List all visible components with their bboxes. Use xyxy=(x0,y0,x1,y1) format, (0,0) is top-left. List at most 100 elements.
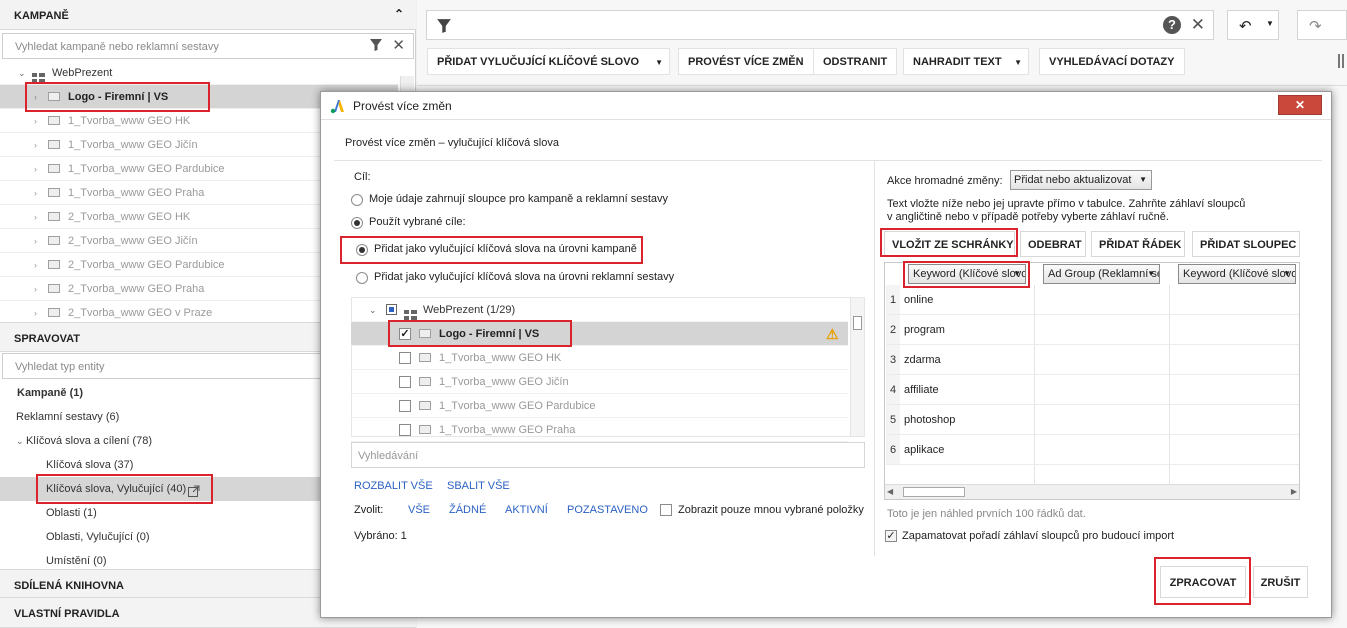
tree-scrollbar-thumb[interactable] xyxy=(853,316,862,330)
tree-campaign-row[interactable]: 1_Tvorba_www GEO Praha xyxy=(351,418,848,442)
chevron-right-icon[interactable]: › xyxy=(34,85,37,109)
chevron-right-icon[interactable]: › xyxy=(34,253,37,277)
choose-all-link[interactable]: VŠE xyxy=(408,504,430,516)
add-row-button[interactable]: PŘIDAT ŘÁDEK xyxy=(1091,231,1185,257)
chevron-right-icon[interactable]: › xyxy=(34,205,37,229)
collapse-all-link[interactable]: SBALIT VŠE xyxy=(447,480,510,492)
redo-button[interactable]: ↷ xyxy=(1297,10,1347,40)
tree-campaign-row[interactable]: 1_Tvorba_www GEO HK xyxy=(351,346,848,370)
grid-row[interactable]: 3 zdarma xyxy=(886,345,1299,375)
choose-none-link[interactable]: ŽÁDNÉ xyxy=(449,504,486,516)
account-row[interactable]: ⌄ WebPrezent xyxy=(0,61,398,85)
dialog-titlebar: Provést více změn ✕ xyxy=(321,92,1331,120)
bulk-action-select[interactable]: Přidat nebo aktualizovat ▼ xyxy=(1010,170,1152,190)
chevron-right-icon[interactable]: › xyxy=(34,277,37,301)
campaign-search-input[interactable]: Vyhledat kampaně nebo reklamní sestavy ✕ xyxy=(2,33,414,59)
search-terms-button[interactable]: VYHLEDÁVACÍ DOTAZY xyxy=(1039,48,1185,75)
grid-row-number: 5 xyxy=(886,405,900,434)
grid-row[interactable]: 4 affiliate xyxy=(886,375,1299,405)
grid-scrollbar-thumb[interactable] xyxy=(903,487,965,497)
column-header-2[interactable]: Ad Group (Reklamní sestava)▼ xyxy=(1043,264,1160,284)
instructions-line1: Text vložte níže nebo jej upravte přímo … xyxy=(887,198,1246,210)
tree-campaign-row[interactable]: 1_Tvorba_www GEO Pardubice xyxy=(351,394,848,418)
tree-root-row[interactable]: ⌄ WebPrezent (1/29) xyxy=(351,298,848,322)
choose-paused-link[interactable]: POZASTAVENO xyxy=(567,504,648,516)
chevron-right-icon[interactable]: › xyxy=(34,181,37,205)
chevron-down-icon[interactable]: ⌄ xyxy=(16,436,26,446)
tree-campaign-row[interactable]: ✓ Logo - Firemní | VS ⚠ xyxy=(351,322,848,346)
remove-button[interactable]: ODSTRANIT xyxy=(813,48,898,75)
add-column-button[interactable]: PŘIDAT SLOUPEC xyxy=(1192,231,1300,257)
paste-clipboard-label: VLOŽIT ZE SCHRÁNKY xyxy=(892,239,1014,251)
grid-cell[interactable]: affiliate xyxy=(904,375,939,405)
filter-icon[interactable] xyxy=(369,38,382,52)
tree-search-input[interactable]: Vyhledávání xyxy=(351,442,865,468)
grid-row[interactable]: 1 online xyxy=(886,285,1299,315)
grid-row[interactable]: 5 photoshop xyxy=(886,405,1299,435)
chevron-right-icon[interactable]: › xyxy=(34,157,37,181)
process-button[interactable]: ZPRACOVAT xyxy=(1160,566,1246,598)
grid-row[interactable]: 6 aplikace xyxy=(886,435,1299,465)
manage-item-label: Umístění (0) xyxy=(46,555,107,567)
grid-cell[interactable]: aplikace xyxy=(904,435,944,465)
tree-campaign-row[interactable]: 1_Tvorba_www GEO Jičín xyxy=(351,370,848,394)
chevron-right-icon[interactable]: › xyxy=(34,133,37,157)
add-negative-keyword-button[interactable]: PŘIDAT VYLUČUJÍCÍ KLÍČOVÉ SLOVO ▼ xyxy=(427,48,670,75)
tree-campaign-checkbox[interactable] xyxy=(399,400,411,412)
tree-campaign-checkbox[interactable]: ✓ xyxy=(399,328,411,340)
expand-all-link[interactable]: ROZBALIT VŠE xyxy=(354,480,433,492)
column-header-3[interactable]: Keyword (Klíčové slovo) ▼ xyxy=(1178,264,1296,284)
process-label: ZPRACOVAT xyxy=(1169,577,1237,589)
arrow-left-icon[interactable]: ◀ xyxy=(887,487,893,496)
caret-down-icon[interactable]: ▼ xyxy=(655,49,663,76)
main-filter-bar[interactable]: ? ✕ xyxy=(426,10,1214,40)
radio-data-columns[interactable] xyxy=(351,194,363,206)
replace-text-button[interactable]: NAHRADIT TEXT ▼ xyxy=(903,48,1029,75)
caret-down-icon[interactable]: ▼ xyxy=(1014,49,1022,76)
tree-scrollbar[interactable] xyxy=(850,298,864,436)
manage-item-label: Oblasti (1) xyxy=(46,507,97,519)
filter-icon[interactable] xyxy=(436,18,452,37)
replace-text-label: NAHRADIT TEXT xyxy=(913,56,1002,68)
choose-active-link[interactable]: AKTIVNÍ xyxy=(505,504,548,516)
tree-campaign-checkbox[interactable] xyxy=(399,376,411,388)
grid-cell[interactable]: online xyxy=(904,285,933,315)
arrow-right-icon[interactable]: ▶ xyxy=(1291,487,1297,496)
columns-icon[interactable] xyxy=(1338,54,1344,68)
caret-down-icon: ▼ xyxy=(1013,269,1021,278)
close-icon[interactable]: ✕ xyxy=(1191,15,1205,35)
radio-campaign-level[interactable] xyxy=(356,244,368,256)
cancel-button[interactable]: ZRUŠIT xyxy=(1253,566,1308,598)
chevron-down-icon[interactable]: ⌄ xyxy=(369,298,377,322)
make-changes-button[interactable]: PROVÉST VÍCE ZMĚN xyxy=(678,48,814,75)
chevron-right-icon[interactable]: › xyxy=(34,109,37,133)
grid-cell[interactable]: zdarma xyxy=(904,345,941,375)
grid-row[interactable]: 2 program xyxy=(886,315,1299,345)
help-icon[interactable]: ? xyxy=(1163,16,1181,34)
radio-adgroup-level[interactable] xyxy=(356,272,368,284)
dialog-close-button[interactable]: ✕ xyxy=(1278,95,1322,115)
radio-adgroup-level-label: Přidat jako vylučující klíčová slova na … xyxy=(374,271,675,283)
column-header-1[interactable]: Keyword (Klíčové slovo) ▼ xyxy=(908,264,1026,284)
external-link-icon[interactable] xyxy=(188,482,200,497)
tree-campaign-checkbox[interactable] xyxy=(399,424,411,436)
show-selected-checkbox[interactable] xyxy=(660,504,672,516)
paste-clipboard-button[interactable]: VLOŽIT ZE SCHRÁNKY xyxy=(884,231,1015,257)
chevron-right-icon[interactable]: › xyxy=(34,229,37,253)
chevron-down-icon[interactable]: ⌄ xyxy=(18,61,26,85)
remember-columns-checkbox[interactable]: ✓ xyxy=(885,530,897,542)
undo-button[interactable]: ↶ ▼ xyxy=(1227,10,1279,40)
close-icon[interactable]: ✕ xyxy=(392,36,405,54)
grid-cell[interactable]: program xyxy=(904,315,945,345)
caret-down-icon[interactable]: ▼ xyxy=(1266,19,1274,28)
remove-row-button[interactable]: ODEBRAT xyxy=(1020,231,1086,257)
campaigns-header[interactable]: KAMPANĚ ⌃ xyxy=(0,0,416,30)
radio-use-selected[interactable] xyxy=(351,217,363,229)
tree-root-checkbox[interactable] xyxy=(386,304,397,315)
dialog-title: Provést více změn xyxy=(353,99,452,113)
chevron-up-icon[interactable]: ⌃ xyxy=(394,7,404,21)
tree-campaign-checkbox[interactable] xyxy=(399,352,411,364)
campaign-label: 1_Tvorba_www GEO Jičín xyxy=(68,139,198,151)
grid-cell[interactable]: photoshop xyxy=(904,405,955,435)
grid-horizontal-scrollbar[interactable]: ◀ ▶ xyxy=(885,484,1299,499)
